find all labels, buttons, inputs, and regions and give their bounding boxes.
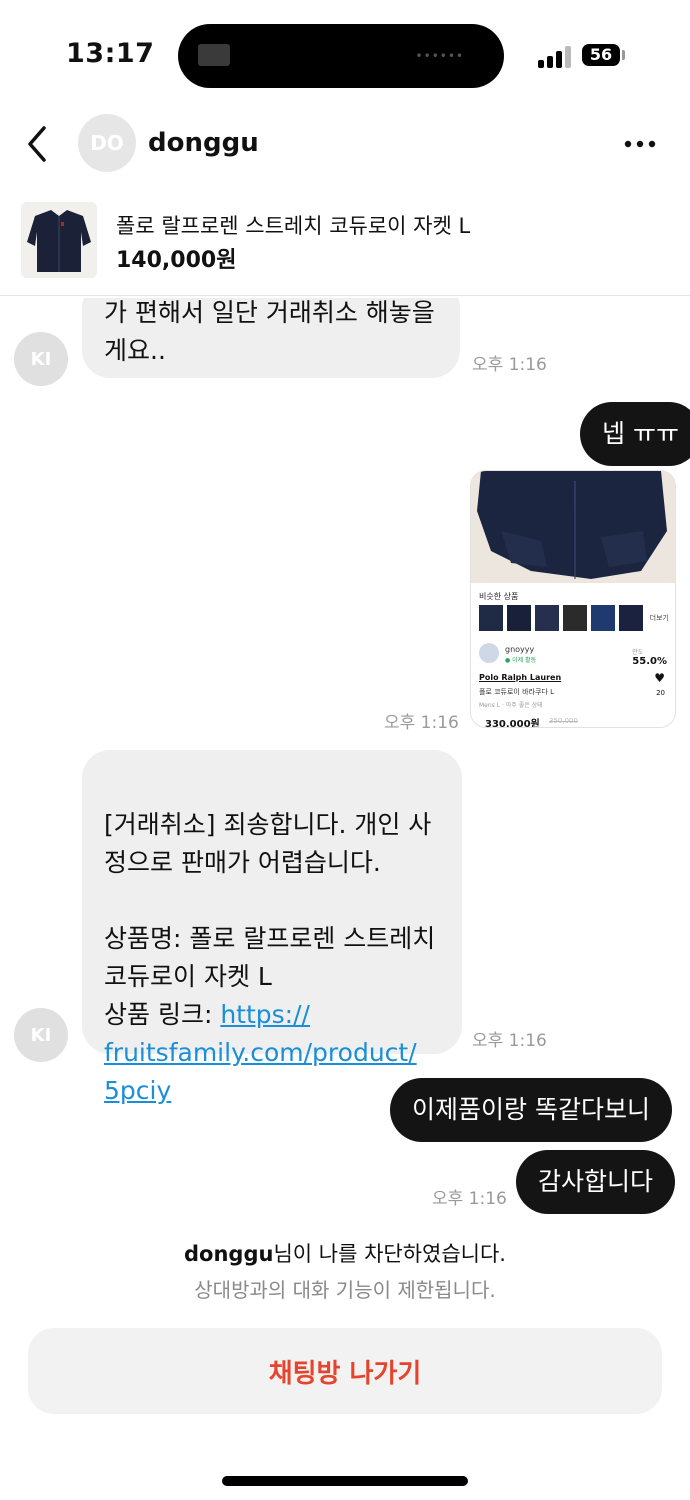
seller-avatar	[479, 643, 499, 663]
avatar[interactable]: KI	[14, 1008, 68, 1062]
now-playing-thumbnail	[198, 44, 230, 66]
card-more-link: 더보기	[649, 614, 669, 622]
card-product-name: 폴로 코듀로이 바라쿠다 L	[479, 688, 554, 696]
dynamic-island: ••••••	[178, 24, 504, 88]
like-count: 20	[656, 689, 665, 697]
product-banner[interactable]: 폴로 랄프로렌 스트레치 코듀로이 자켓 L 140,000원	[0, 196, 690, 296]
incoming-message: [거래취소] 죄송합니다. 개인 사 정으로 판매가 어렵습니다. 상품명: 폴…	[82, 750, 462, 1105]
leave-chat-button[interactable]: 채팅방 나가기	[28, 1328, 662, 1414]
blocked-notice: donggu님이 나를 차단하였습니다. 상대방과의 대화 기능이 제한됩니다.	[0, 1238, 690, 1303]
blocked-notice-subtitle: 상대방과의 대화 기능이 제한됩니다.	[194, 1278, 496, 1302]
card-original-price: 350,000	[549, 717, 578, 725]
more-options-button[interactable]	[620, 130, 660, 158]
chat-header: DO donggu	[0, 110, 690, 180]
message-timestamp: 오후 1:16	[384, 713, 459, 733]
more-horizontal-icon	[624, 140, 656, 148]
avatar[interactable]: DO	[78, 114, 136, 172]
message-timestamp: 오후 1:16	[472, 1031, 547, 1051]
heart-icon: ♥	[654, 671, 665, 685]
blocked-notice-title: donggu님이 나를 차단하였습니다.	[0, 1238, 690, 1268]
seller-status: ● 이제 활동	[505, 657, 537, 664]
avatar[interactable]: KI	[14, 332, 68, 386]
similar-items-label: 비슷한 상품	[479, 592, 519, 601]
card-price: 330,000원	[485, 719, 540, 728]
card-condition: Mens L · 아주 좋은 상태	[479, 702, 543, 709]
shared-product-card[interactable]: 비슷한 상품 더보기 gnoyyy ● 이제 활동 만도 55.0% Polo …	[470, 470, 676, 728]
cellular-signal-icon	[538, 44, 574, 68]
status-time: 13:17	[66, 38, 155, 69]
card-product-image	[471, 471, 675, 583]
message-timestamp: 오후 1:16	[472, 355, 547, 375]
seller-name: gnoyyy	[505, 645, 535, 654]
back-button[interactable]	[20, 124, 56, 164]
blocked-notice-text: 님이 나를 차단하였습니다.	[273, 1242, 506, 1266]
home-indicator[interactable]	[222, 1476, 468, 1486]
card-brand: Polo Ralph Lauren	[479, 673, 562, 682]
outgoing-message: 이제품이랑 똑같다보니	[390, 1078, 672, 1142]
score-label: 만도	[632, 649, 644, 656]
similar-items-row	[479, 605, 669, 631]
product-thumbnail[interactable]	[21, 202, 97, 278]
message-list[interactable]: 가 편해서 일단 거래취소 해놓을 게요.. KI 오후 1:16 넵 ㅠㅠ 비…	[0, 298, 690, 1228]
cancel-notice-text: [거래취소] 죄송합니다. 개인 사 정으로 판매가 어렵습니다. 상품명: 폴…	[104, 810, 436, 1029]
product-title: 폴로 랄프로렌 스트레치 코듀로이 자켓 L	[116, 214, 471, 238]
incoming-message: 가 편해서 일단 거래취소 해놓을 게요..	[82, 298, 460, 378]
satisfaction-score: 만도 55.0%	[632, 647, 667, 667]
battery-icon: 56	[582, 44, 620, 66]
status-bar: 13:17 •••••• 56	[0, 0, 690, 110]
chat-partner-name[interactable]: donggu	[148, 128, 259, 158]
jacket-image	[21, 202, 97, 278]
score-value: 55.0%	[632, 656, 667, 667]
outgoing-message: 넵 ㅠㅠ	[580, 402, 690, 466]
chevron-left-icon	[28, 126, 46, 162]
outgoing-message: 감사합니다	[516, 1150, 676, 1214]
blocker-name: donggu	[184, 1242, 274, 1266]
message-timestamp: 오후 1:16	[432, 1189, 507, 1209]
waveform-icon: ••••••	[415, 49, 464, 63]
product-price: 140,000원	[116, 248, 237, 273]
battery-tip	[622, 50, 625, 60]
